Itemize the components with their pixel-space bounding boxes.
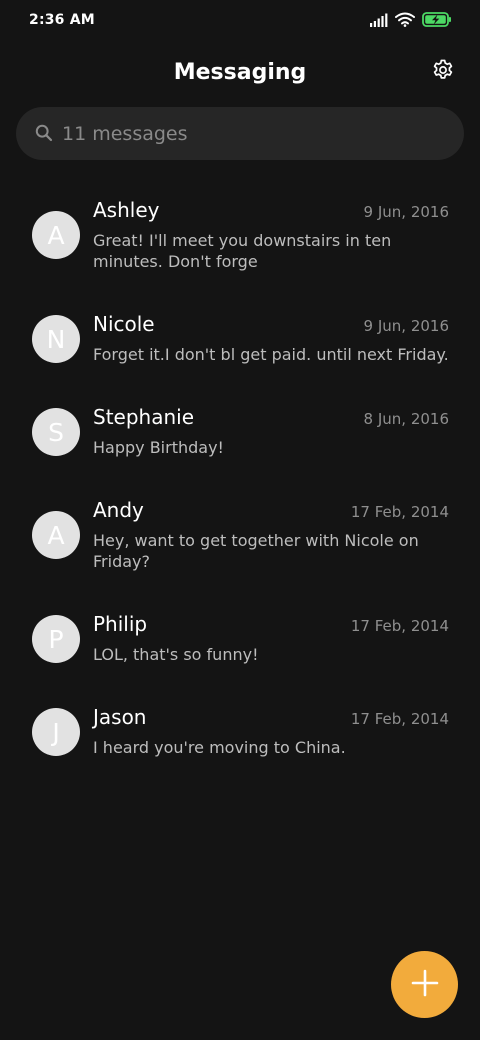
avatar: P [32, 615, 80, 663]
message-date: 8 Jun, 2016 [363, 410, 449, 428]
avatar: A [32, 211, 80, 259]
contact-name: Ashley [93, 198, 160, 222]
list-item[interactable]: S Stephanie 8 Jun, 2016 Happy Birthday! [0, 393, 480, 486]
new-message-button[interactable] [391, 951, 458, 1018]
wifi-icon [395, 12, 415, 31]
message-snippet: Great! I'll meet you downstairs in ten m… [93, 231, 392, 271]
avatar: N [32, 315, 80, 363]
signal-icon [370, 12, 388, 31]
status-time: 2:36 AM [29, 12, 95, 28]
message-snippet: LOL, that's so funny! [93, 645, 259, 664]
list-item[interactable]: J Jason 17 Feb, 2014 I heard you're movi… [0, 693, 480, 786]
message-date: 9 Jun, 2016 [363, 317, 449, 335]
message-snippet: I heard you're moving to China. [93, 738, 346, 757]
list-item[interactable]: P Philip 17 Feb, 2014 LOL, that's so fun… [0, 600, 480, 693]
avatar: A [32, 511, 80, 559]
message-date: 17 Feb, 2014 [350, 617, 449, 635]
contact-name: Philip [93, 612, 148, 636]
search-input[interactable] [62, 107, 442, 160]
page-title: Messaging [173, 60, 307, 85]
list-item[interactable]: N Nicole 9 Jun, 2016 Forget it.I don't b… [0, 300, 480, 393]
settings-button[interactable] [430, 59, 456, 85]
message-snippet: Forget it.I don't bl get paid. until nex… [93, 345, 449, 364]
message-date: 9 Jun, 2016 [363, 203, 449, 221]
search-icon [35, 124, 53, 142]
header: Messaging [0, 52, 480, 94]
avatar: S [32, 408, 80, 456]
message-date: 17 Feb, 2014 [350, 710, 449, 728]
contact-name: Nicole [93, 312, 155, 336]
status-icons [370, 11, 452, 31]
contact-name: Jason [93, 705, 147, 729]
contact-name: Andy [93, 498, 144, 522]
message-date: 17 Feb, 2014 [350, 503, 449, 521]
contact-name: Stephanie [93, 405, 195, 429]
message-snippet: Hey, want to get together with Nicole on… [93, 531, 419, 571]
gear-icon [431, 58, 455, 86]
plus-icon [410, 968, 440, 1002]
battery-charging-icon [422, 11, 452, 31]
message-snippet: Happy Birthday! [93, 438, 224, 457]
search-bar[interactable] [16, 107, 464, 160]
status-bar: 2:36 AM [0, 0, 480, 44]
list-item[interactable]: A Ashley 9 Jun, 2016 Great! I'll meet yo… [0, 186, 480, 300]
list-item[interactable]: A Andy 17 Feb, 2014 Hey, want to get tog… [0, 486, 480, 600]
conversation-list: A Ashley 9 Jun, 2016 Great! I'll meet yo… [0, 186, 480, 786]
avatar: J [32, 708, 80, 756]
